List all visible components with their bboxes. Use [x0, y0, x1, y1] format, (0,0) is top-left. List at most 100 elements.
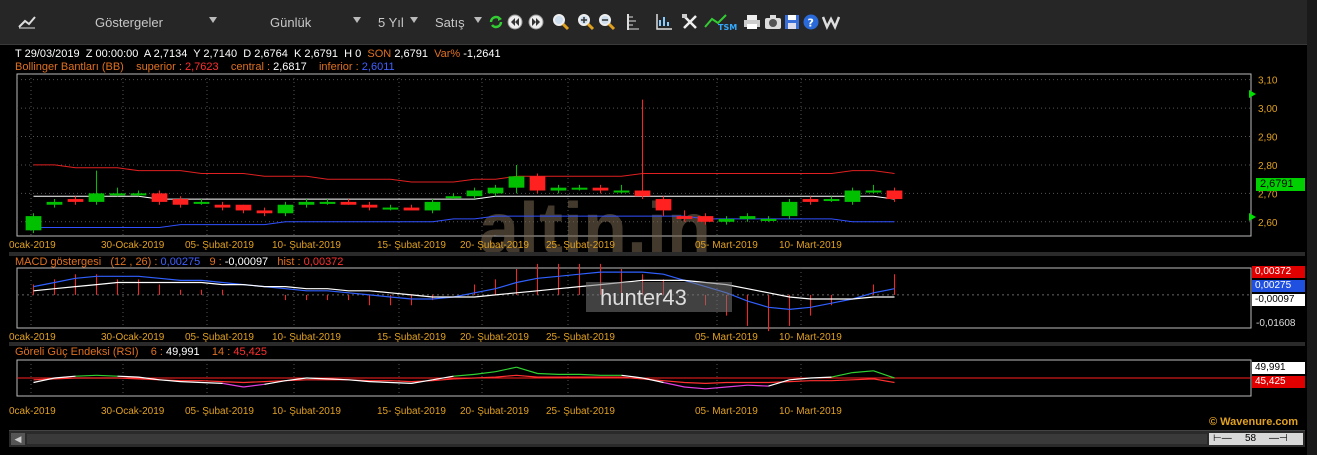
- candle-body: [130, 193, 147, 196]
- rsi6-line-segment: [201, 381, 223, 384]
- date-tick-label: 10- Mart-2019: [779, 332, 842, 342]
- date-tick-label: 15- Şubat-2019: [377, 406, 446, 417]
- horizontal-scrollbar[interactable]: ◀ ⊢— 58 —⊣: [9, 430, 1305, 447]
- candle-body: [151, 193, 168, 202]
- candle-body: [46, 201, 63, 205]
- wavenure-logo-icon[interactable]: [822, 13, 840, 31]
- high-marker-icon: [1249, 90, 1256, 98]
- candle-body: [718, 218, 735, 222]
- rsi6-line-segment: [96, 374, 118, 377]
- candle-body: [424, 201, 441, 211]
- zoom-control[interactable]: ⊢— 58 —⊣: [1209, 433, 1303, 445]
- candle-body: [781, 201, 798, 217]
- help-icon[interactable]: ?: [802, 13, 820, 31]
- ruler-icon[interactable]: [624, 13, 642, 31]
- zoom-icon[interactable]: [552, 13, 570, 31]
- date-tick-label: 15- Şubat-2019: [377, 332, 446, 342]
- rsi6-line-segment: [75, 374, 97, 377]
- candle-body: [634, 190, 651, 197]
- rsi6-line-segment: [726, 384, 748, 388]
- candle-body: [193, 201, 210, 204]
- rsi6-line-segment: [516, 366, 538, 375]
- print-icon[interactable]: [743, 13, 761, 31]
- candle-body: [613, 190, 630, 193]
- date-tick-label: 05- Mart-2019: [695, 406, 758, 417]
- period-dropdown[interactable]: Günlük: [270, 15, 311, 30]
- scroll-left-icon[interactable]: ◀: [11, 433, 25, 445]
- vertical-scrollbar[interactable]: [1307, 0, 1317, 455]
- price-tick-label: 3,00: [1258, 104, 1278, 115]
- range-dropdown[interactable]: 5 Yıl: [378, 15, 404, 30]
- macd-signal-price-tag: -0,00097: [1252, 294, 1305, 306]
- side-dropdown[interactable]: Satış: [435, 15, 465, 30]
- macd-chart[interactable]: hunter43 0cak-2019 30-Ocak-2019 05- Şubat-2…: [9, 256, 1305, 342]
- zoom-out-icon[interactable]: [598, 13, 616, 31]
- candle-body: [823, 199, 840, 202]
- candle-body: [802, 199, 819, 202]
- date-tick-label: 05- Şubat-2019: [185, 332, 254, 342]
- macd-panel: MACD göstergesi (12 , 26) : 0,00275 9 : …: [9, 256, 1305, 342]
- chart-type-icon[interactable]: [18, 13, 36, 31]
- period-chevron-down-icon[interactable]: [353, 17, 361, 23]
- candle-body: [760, 218, 777, 221]
- rsi6-line-segment: [852, 370, 874, 374]
- rsi6-line-segment: [579, 373, 601, 376]
- candle-body: [529, 176, 546, 191]
- candle-body: [172, 199, 189, 205]
- indicators-dropdown[interactable]: Göstergeler: [95, 15, 163, 30]
- candle-body: [403, 207, 420, 211]
- candle-body: [697, 216, 714, 222]
- tools-icon[interactable]: [681, 13, 699, 31]
- rsi6-line-segment: [390, 381, 412, 384]
- save-icon[interactable]: [783, 13, 801, 31]
- rsi6-line-segment: [831, 372, 853, 378]
- low-marker-icon: [1249, 213, 1256, 221]
- refresh-icon[interactable]: [487, 13, 505, 31]
- scroll-track[interactable]: [27, 434, 1207, 444]
- rsi6-line-segment: [243, 383, 265, 388]
- candle-body: [865, 190, 882, 193]
- rsi6-line-segment: [873, 370, 895, 379]
- date-tick-label: 25- Şubat-2019: [546, 332, 615, 342]
- rsi6-line-segment: [747, 384, 769, 387]
- zoom-slider-right-icon[interactable]: —⊣: [1269, 433, 1288, 445]
- candle-body: [340, 201, 357, 205]
- tsm-indicator-icon[interactable]: TSM: [704, 13, 740, 31]
- macd-signal-line: [33, 279, 895, 300]
- date-tick-label: 20- Şubat-2019: [460, 332, 529, 342]
- zoom-in-icon[interactable]: [577, 13, 595, 31]
- rsi6-line-segment: [684, 386, 706, 390]
- candle-body: [319, 201, 336, 204]
- macd-line-price-tag: 0,00275: [1252, 280, 1305, 292]
- svg-text:TSM: TSM: [718, 23, 737, 31]
- date-tick-label: 25- Şubat-2019: [546, 240, 615, 251]
- zoom-slider-icon[interactable]: ⊢—: [1213, 433, 1232, 445]
- date-tick-label: 20- Şubat-2019: [460, 240, 529, 251]
- range-chevron-down-icon[interactable]: [410, 17, 418, 23]
- candle-body: [25, 216, 42, 231]
- rsi-chart[interactable]: 0cak-2019 30-Ocak-2019 05- Şubat-2019 10- Ş…: [9, 346, 1305, 428]
- rsi6-line-segment: [180, 381, 202, 384]
- bar-chart-icon[interactable]: [655, 13, 673, 31]
- side-chevron-down-icon[interactable]: [474, 17, 482, 23]
- candle-body: [592, 187, 609, 191]
- candle-body: [67, 199, 84, 202]
- macd-hist-price-tag: 0,00372: [1252, 266, 1305, 278]
- fast-forward-icon[interactable]: [527, 13, 545, 31]
- indicators-chevron-down-icon[interactable]: [209, 17, 217, 23]
- candle-body: [361, 204, 378, 208]
- rsi6-line-segment: [369, 381, 391, 384]
- macd-min-tick: -0,01608: [1256, 318, 1296, 329]
- wavenure-credit[interactable]: © Wavenure.com: [1209, 416, 1298, 428]
- date-tick-label: 10- Şubat-2019: [272, 406, 341, 417]
- current-price-label: 2,6791: [1256, 178, 1305, 191]
- rsi6-line-segment: [453, 373, 475, 377]
- camera-icon[interactable]: [764, 13, 782, 31]
- candle-body: [508, 176, 525, 188]
- price-chart[interactable]: 3,103,002,902,802,702,60altin.in0cak-201…: [9, 46, 1305, 252]
- price-tick-label: 2,60: [1258, 218, 1278, 229]
- rsi6-line-segment: [537, 372, 559, 375]
- rewind-icon[interactable]: [506, 13, 524, 31]
- rsi6-line-segment: [495, 366, 517, 373]
- date-tick-label: 05- Şubat-2019: [185, 406, 254, 417]
